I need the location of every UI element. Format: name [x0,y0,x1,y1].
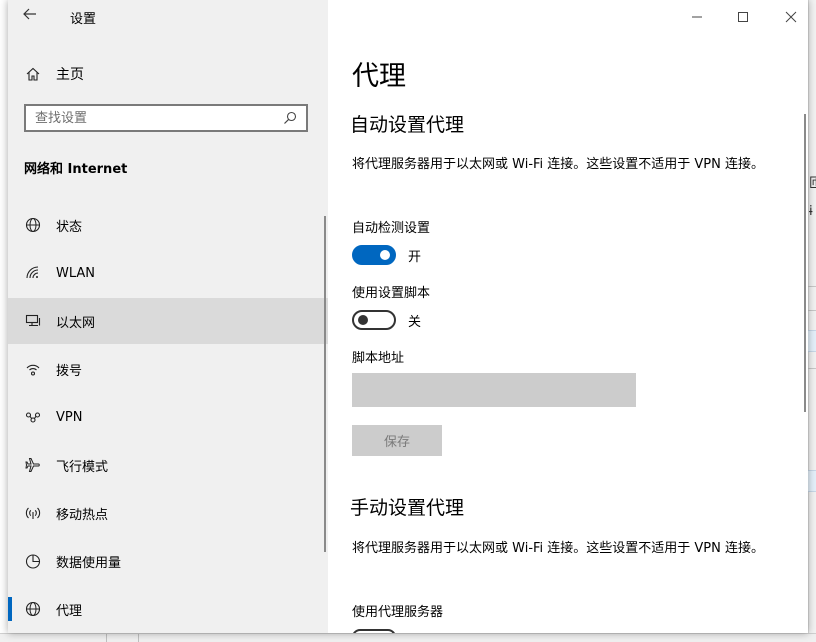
use-proxy-server-toggle[interactable] [352,629,396,633]
auto-proxy-description: 将代理服务器用于以太网或 Wi-Fi 连接。这些设置不适用于 VPN 连接。 [352,157,765,172]
globe-icon [24,600,42,618]
background-row-highlight [808,470,816,492]
sidebar-item-ethernet[interactable]: 以太网 [8,298,328,344]
sidebar-item-wlan[interactable]: WLAN [8,250,328,296]
window-title: 设置 [70,12,97,27]
script-address-label: 脚本地址 [352,351,405,366]
sidebar-item-dialup[interactable]: 拨号 [8,346,328,392]
manual-proxy-heading: 手动设置代理 [350,497,465,519]
background-divider [808,368,816,369]
sidebar-item-home[interactable]: 主页 [8,58,328,90]
auto-detect-toggle[interactable] [352,245,396,265]
sidebar-scrollbar[interactable] [324,216,326,552]
sidebar-item-label: 移动热点 [56,507,109,523]
sidebar-item-airplane-mode[interactable]: 飞行模式 [8,442,328,488]
use-script-label: 使用设置脚本 [352,286,431,301]
save-button[interactable]: 保存 [352,425,442,456]
close-button[interactable] [776,6,806,28]
use-script-toggle[interactable] [352,310,396,330]
back-arrow-icon [23,8,36,20]
use-script-row: 关 [352,310,421,330]
home-icon [24,65,42,83]
dialup-icon [24,360,42,378]
sidebar-item-label: 拨号 [56,363,83,379]
manual-proxy-description: 将代理服务器用于以太网或 Wi-Fi 连接。这些设置不适用于 VPN 连接。 [352,541,765,556]
globe-icon [24,216,42,234]
minimize-icon [692,16,702,18]
use-script-state: 关 [408,314,422,330]
sidebar-item-vpn[interactable]: VPN [8,394,328,440]
minimize-button[interactable] [682,6,712,28]
wifi-icon [24,264,42,282]
sidebar-item-label: 状态 [56,219,83,235]
vpn-icon [24,408,42,426]
settings-window: 设置 主页 网络和 Internet 状态 WLAN [8,0,808,633]
sidebar: 设置 主页 网络和 Internet 状态 WLAN [8,0,328,633]
selected-indicator [8,597,12,621]
script-address-input[interactable] [352,373,636,407]
background-text-fragment: 匝 [809,176,816,191]
sidebar-item-proxy[interactable]: 代理 [8,586,328,632]
search-icon[interactable] [280,108,300,128]
section-title: 网络和 Internet [24,162,128,177]
sidebar-item-label: WLAN [56,265,96,281]
background-row-highlight [808,330,816,352]
data-usage-icon [24,552,42,570]
maximize-icon [738,12,748,22]
sidebar-item-status[interactable]: 状态 [8,202,328,248]
background-window-edge [808,0,816,641]
auto-proxy-heading: 自动设置代理 [350,114,465,136]
close-icon [785,11,797,23]
sidebar-item-label: 代理 [56,603,83,619]
background-divider [808,310,816,311]
use-proxy-server-label: 使用代理服务器 [352,605,444,620]
search-input[interactable] [26,109,280,127]
sidebar-item-label: 飞行模式 [56,459,109,475]
background-divider [808,286,816,287]
auto-detect-label: 自动检测设置 [352,221,431,236]
auto-detect-row: 开 [352,245,421,265]
background-text-fragment: ɨ [809,204,813,219]
sidebar-item-label: 以太网 [56,315,96,331]
sidebar-item-mobile-hotspot[interactable]: 移动热点 [8,490,328,536]
maximize-button[interactable] [728,6,758,28]
ethernet-icon [24,312,42,330]
main-content: 代理 自动设置代理 将代理服务器用于以太网或 Wi-Fi 连接。这些设置不适用于… [328,0,808,633]
sidebar-item-label: 数据使用量 [56,555,122,571]
content-scrollbar[interactable] [804,114,806,412]
airplane-icon [24,456,42,474]
auto-detect-state: 开 [408,249,422,265]
hotspot-icon [24,504,42,522]
back-button[interactable] [22,6,46,28]
sidebar-item-label: 主页 [56,67,84,83]
sidebar-item-data-usage[interactable]: 数据使用量 [8,538,328,584]
page-title: 代理 [352,61,406,92]
sidebar-item-label: VPN [56,409,83,425]
search-box[interactable] [24,104,308,132]
